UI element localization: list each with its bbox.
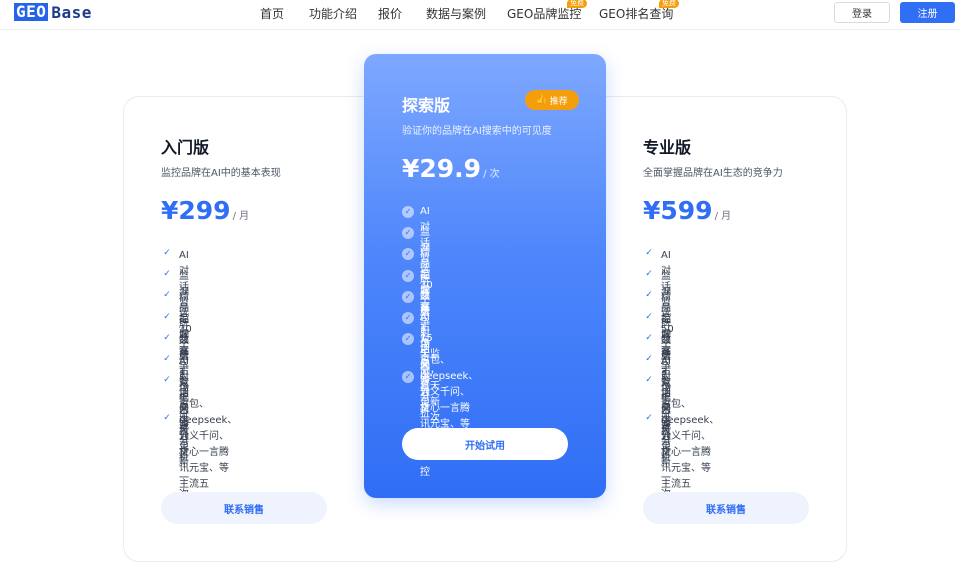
free-badge: 免费 <box>567 0 587 8</box>
top-header: GEO Base 首页 功能介绍 报价 数据与案例 GEO品牌监控 免费 GEO… <box>0 0 960 30</box>
start-trial-button[interactable]: 开始试用 <box>402 428 568 460</box>
price-amount: ¥599 <box>643 196 713 225</box>
plan-title: 入门版 <box>161 138 210 157</box>
price-amount: ¥29.9 <box>402 154 482 183</box>
check-icon: ✓ <box>163 290 171 300</box>
register-button[interactable]: 注册 <box>900 2 955 23</box>
check-icon: ✓ <box>163 354 171 364</box>
thumbs-up-icon: 👍 <box>536 95 548 105</box>
price-unit: / 月 <box>232 211 250 222</box>
check-icon: ✓ <box>645 333 653 343</box>
check-icon: ✓ <box>163 312 171 322</box>
nav-home[interactable]: 首页 <box>260 5 284 22</box>
check-icon: ✓ <box>645 354 653 364</box>
nav-cases[interactable]: 数据与案例 <box>426 5 486 22</box>
nav-brand-monitor[interactable]: GEO品牌监控 免费 <box>507 0 587 22</box>
check-icon: ✓ <box>163 248 171 258</box>
login-button[interactable]: 登录 <box>834 2 890 23</box>
price-amount: ¥299 <box>161 196 231 225</box>
recommend-label: 推荐 <box>549 96 568 107</box>
check-icon: ✓ <box>402 371 414 383</box>
plan-title: 专业版 <box>643 138 692 157</box>
check-icon: ✓ <box>163 375 171 385</box>
check-icon: ✓ <box>645 248 653 258</box>
price-unit: / 次 <box>483 169 500 180</box>
plan-title: 探索版 <box>402 96 451 115</box>
plan-explore: 探索版 👍 推荐 验证你的品牌在AI搜索中的可见度 ¥29.9/ 次 ✓ AI对话… <box>364 54 606 498</box>
check-icon: ✓ <box>402 206 414 218</box>
check-icon: ✓ <box>645 269 653 279</box>
plan-price: ¥29.9/ 次 <box>402 154 500 183</box>
nav-rank-query-label: GEO排名查询 <box>599 7 674 21</box>
check-icon: ✓ <box>402 291 414 303</box>
contact-sales-button[interactable]: 联系销售 <box>643 492 809 524</box>
check-icon: ✓ <box>645 413 653 423</box>
plan-price: ¥599/ 月 <box>643 196 731 225</box>
main-nav: 首页 功能介绍 报价 数据与案例 GEO品牌监控 免费 GEO排名查询 免费 <box>0 0 960 26</box>
price-unit: / 月 <box>714 211 732 222</box>
plan-desc: 监控品牌在AI中的基本表现 <box>161 168 281 179</box>
check-icon: ✓ <box>402 312 414 324</box>
recommend-badge: 👍 推荐 <box>525 90 579 110</box>
check-icon: ✓ <box>402 248 414 260</box>
check-icon: ✓ <box>163 269 171 279</box>
plan-desc: 全面掌握品牌在AI生态的竞争力 <box>643 168 783 179</box>
contact-sales-button[interactable]: 联系销售 <box>161 492 327 524</box>
check-icon: ✓ <box>645 290 653 300</box>
nav-brand-monitor-label: GEO品牌监控 <box>507 7 582 21</box>
check-icon: ✓ <box>163 413 171 423</box>
plan-price: ¥299/ 月 <box>161 196 249 225</box>
check-icon: ✓ <box>645 375 653 385</box>
check-icon: ✓ <box>402 333 414 345</box>
check-icon: ✓ <box>163 333 171 343</box>
nav-pricing[interactable]: 报价 <box>378 5 402 22</box>
free-badge: 免费 <box>659 0 679 8</box>
plan-desc: 验证你的品牌在AI搜索中的可见度 <box>402 126 552 137</box>
check-icon: ✓ <box>402 270 414 282</box>
nav-features[interactable]: 功能介绍 <box>309 5 357 22</box>
nav-rank-query[interactable]: GEO排名查询 免费 <box>599 0 679 22</box>
check-icon: ✓ <box>402 227 414 239</box>
check-icon: ✓ <box>645 312 653 322</box>
